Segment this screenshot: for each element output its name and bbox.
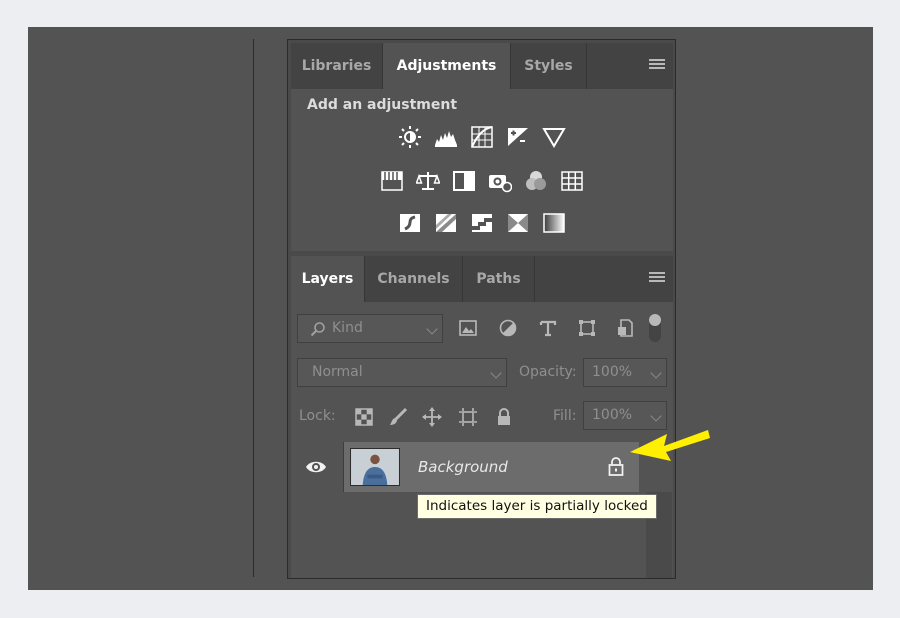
search-icon xyxy=(310,322,325,337)
lock-position-icon[interactable] xyxy=(421,406,443,428)
tab-channels[interactable]: Channels xyxy=(365,256,463,302)
invert-icon[interactable] xyxy=(396,209,424,237)
vibrance-icon[interactable] xyxy=(540,123,568,151)
posterize-icon[interactable] xyxy=(432,209,460,237)
tab-libraries[interactable]: Libraries xyxy=(291,43,383,89)
chevron-down-icon xyxy=(426,323,438,335)
layers-panel-menu-icon[interactable] xyxy=(649,272,665,286)
tab-styles[interactable]: Styles xyxy=(511,43,587,89)
hue-saturation-icon[interactable] xyxy=(378,167,406,195)
layers-panel: Kind Normal Opacity: 100% Lock: Fill: 10… xyxy=(291,302,673,578)
annotation-arrow-icon xyxy=(630,430,710,461)
opacity-input[interactable]: 100% xyxy=(583,358,667,387)
adjustment-row-2 xyxy=(291,167,673,195)
black-white-icon[interactable] xyxy=(450,167,478,195)
opacity-label: Opacity: xyxy=(519,364,577,380)
color-lookup-icon[interactable] xyxy=(558,167,586,195)
type-layer-filter-icon[interactable] xyxy=(537,317,559,339)
chevron-down-icon xyxy=(650,367,662,379)
tab-paths[interactable]: Paths xyxy=(463,256,535,302)
adjustments-tab-bar: Libraries Adjustments Styles xyxy=(291,43,673,89)
tab-layers[interactable]: Layers xyxy=(291,256,365,302)
chevron-down-icon xyxy=(490,367,502,379)
selective-color-icon[interactable] xyxy=(504,209,532,237)
tab-adjustments[interactable]: Adjustments xyxy=(383,43,511,89)
divider-line xyxy=(253,39,254,577)
lock-label: Lock: xyxy=(299,408,336,424)
layer-name[interactable]: Background xyxy=(418,458,508,476)
lock-artboard-icon[interactable] xyxy=(457,406,479,428)
threshold-icon[interactable] xyxy=(468,209,496,237)
layer-thumbnail xyxy=(350,448,400,486)
adjustment-row-3 xyxy=(291,209,673,237)
panel-menu-icon[interactable] xyxy=(649,59,665,73)
layers-tab-bar: Layers Channels Paths xyxy=(291,256,673,302)
brightness-contrast-icon[interactable] xyxy=(396,123,424,151)
tooltip: Indicates layer is partially locked xyxy=(417,494,657,519)
color-balance-icon[interactable] xyxy=(414,167,442,195)
layer-row[interactable]: Background xyxy=(291,442,673,492)
opacity-value: 100% xyxy=(592,364,633,380)
smart-object-filter-icon[interactable] xyxy=(615,317,637,339)
filter-toggle[interactable] xyxy=(649,314,661,342)
photo-filter-icon[interactable] xyxy=(486,167,514,195)
adjustments-panel: Add an adjustment xyxy=(291,89,673,251)
blend-mode-value: Normal xyxy=(312,364,363,380)
shape-layer-filter-icon[interactable] xyxy=(576,317,598,339)
adjustment-layer-filter-icon[interactable] xyxy=(497,317,519,339)
filter-kind-label: Kind xyxy=(332,320,363,336)
lock-image-pixels-icon[interactable] xyxy=(387,406,409,428)
channel-mixer-icon[interactable] xyxy=(522,167,550,195)
levels-icon[interactable] xyxy=(432,123,460,151)
lock-transparent-pixels-icon[interactable] xyxy=(353,406,375,428)
eye-icon[interactable] xyxy=(305,458,327,476)
adjustment-row-1 xyxy=(291,123,673,151)
lock-all-icon[interactable] xyxy=(493,406,515,428)
filter-kind-select[interactable]: Kind xyxy=(297,314,443,343)
add-adjustment-title: Add an adjustment xyxy=(307,97,458,113)
selected-layer[interactable]: Background xyxy=(343,442,639,492)
curves-icon[interactable] xyxy=(468,123,496,151)
blend-mode-select[interactable]: Normal xyxy=(297,358,507,387)
fill-label: Fill: xyxy=(553,408,577,424)
exposure-icon[interactable] xyxy=(504,123,532,151)
pixel-layer-filter-icon[interactable] xyxy=(457,317,479,339)
gradient-map-icon[interactable] xyxy=(540,209,568,237)
